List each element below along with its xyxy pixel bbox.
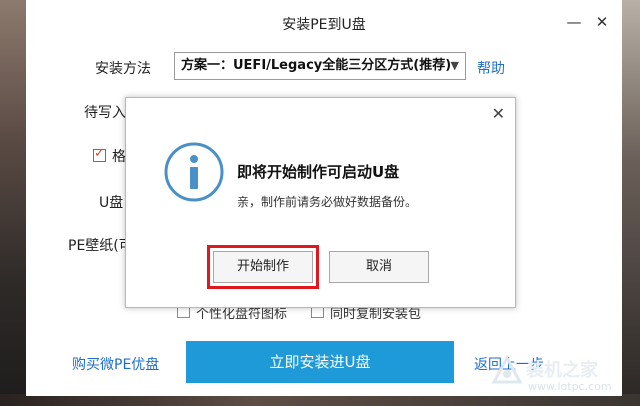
desktop-background-left: [0, 0, 26, 406]
dialog-close-icon[interactable]: ✕: [492, 104, 505, 123]
cancel-button[interactable]: 取消: [329, 251, 429, 283]
watermark-logo-icon: [491, 354, 523, 384]
watermark-text: 装机之家: [526, 360, 598, 381]
confirm-dialog: ✕ 即将开始制作可启动U盘 亲，制作前请务必做好数据备份。 开始制作 取消: [125, 97, 516, 308]
dialog-message: 亲，制作前请务必做好数据备份。: [237, 195, 418, 209]
watermark-url: www.lotpc.com: [528, 380, 612, 393]
info-icon: [164, 142, 224, 202]
dialog-title: 即将开始制作可启动U盘: [237, 163, 400, 181]
red-highlight-box: [207, 245, 319, 289]
watermark: 装机之家 www.lotpc.com: [490, 352, 630, 400]
desktop-background-right: [622, 0, 640, 406]
